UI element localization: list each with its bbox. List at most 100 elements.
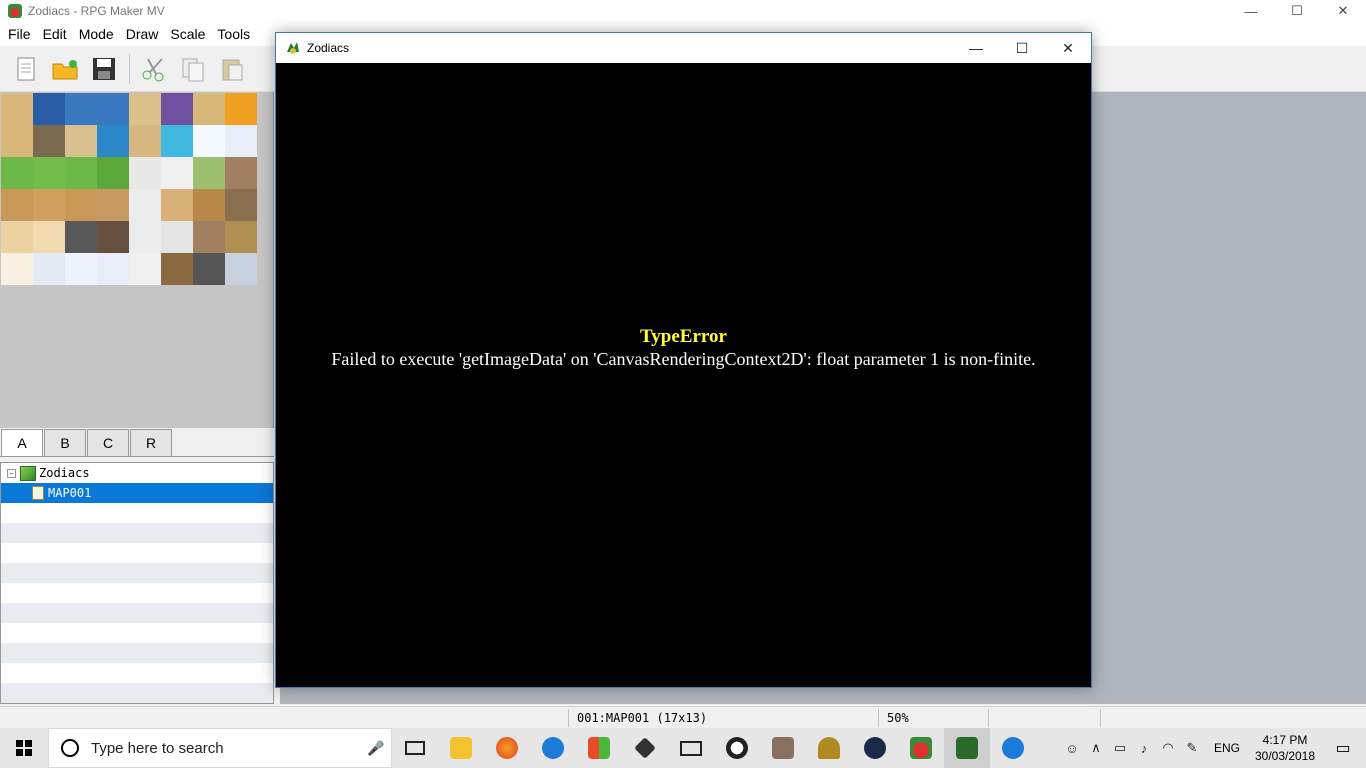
paste-button[interactable] (216, 53, 248, 85)
action-center-icon[interactable]: ▭ (1320, 738, 1366, 758)
file-explorer-button[interactable] (438, 728, 484, 768)
tile[interactable] (193, 253, 225, 285)
microphone-icon[interactable]: 🎤 (361, 740, 391, 757)
tab-r[interactable]: R (130, 429, 172, 456)
cut-button[interactable] (138, 53, 170, 85)
tile[interactable] (129, 93, 161, 125)
tab-c[interactable]: C (87, 429, 129, 456)
tile[interactable] (129, 221, 161, 253)
tile[interactable] (193, 189, 225, 221)
tile[interactable] (193, 221, 225, 253)
game-maximize-button[interactable]: ☐ (999, 33, 1045, 63)
tile[interactable] (193, 157, 225, 189)
menu-tools[interactable]: Tools (211, 22, 256, 46)
close-button[interactable]: ✕ (1320, 0, 1366, 22)
tile[interactable] (161, 93, 193, 125)
tile[interactable] (33, 157, 65, 189)
tile[interactable] (33, 253, 65, 285)
tile[interactable] (161, 253, 193, 285)
menu-draw[interactable]: Draw (120, 22, 165, 46)
tile[interactable] (161, 189, 193, 221)
tile[interactable] (1, 125, 33, 157)
tile[interactable] (33, 125, 65, 157)
tile[interactable] (161, 125, 193, 157)
steam-button[interactable] (852, 728, 898, 768)
tile[interactable] (193, 125, 225, 157)
game-canvas[interactable]: TypeError Failed to execute 'getImageDat… (276, 63, 1091, 687)
tile[interactable] (1, 157, 33, 189)
tile[interactable] (1, 189, 33, 221)
tile[interactable] (225, 93, 257, 125)
start-button[interactable] (0, 728, 48, 768)
pen-icon[interactable]: ✎ (1180, 740, 1204, 756)
tree-project-row[interactable]: − Zodiacs (1, 463, 273, 483)
app-penguin-button[interactable] (714, 728, 760, 768)
menu-scale[interactable]: Scale (164, 22, 211, 46)
clock[interactable]: 4:17 PM 30/03/2018 (1250, 732, 1320, 764)
app-photo-button[interactable] (760, 728, 806, 768)
tile[interactable] (33, 93, 65, 125)
firefox-button[interactable] (484, 728, 530, 768)
game-close-button[interactable]: ✕ (1045, 33, 1091, 63)
wifi-icon[interactable]: ◠ (1156, 740, 1180, 756)
tile[interactable] (97, 157, 129, 189)
tile[interactable] (65, 93, 97, 125)
tile[interactable] (1, 221, 33, 253)
tile[interactable] (65, 253, 97, 285)
tile[interactable] (65, 125, 97, 157)
tile-grid[interactable] (1, 93, 257, 285)
tile[interactable] (33, 221, 65, 253)
tile[interactable] (193, 93, 225, 125)
tile[interactable] (97, 93, 129, 125)
tile[interactable] (225, 221, 257, 253)
chevron-up-icon[interactable]: ∧ (1084, 740, 1108, 756)
rpg-maker-taskbar-button[interactable] (898, 728, 944, 768)
menu-edit[interactable]: Edit (37, 22, 73, 46)
tile[interactable] (129, 189, 161, 221)
game-taskbar-button[interactable] (944, 728, 990, 768)
volume-icon[interactable]: ♪ (1132, 741, 1156, 756)
tile[interactable] (225, 157, 257, 189)
tile[interactable] (65, 157, 97, 189)
tree-map-row[interactable]: MAP001 (1, 483, 273, 503)
tile[interactable] (65, 221, 97, 253)
app-hat-button[interactable] (806, 728, 852, 768)
tile[interactable] (161, 157, 193, 189)
tile[interactable] (97, 189, 129, 221)
task-view-button[interactable] (392, 728, 438, 768)
open-project-button[interactable] (49, 53, 81, 85)
tile[interactable] (129, 157, 161, 189)
tile[interactable] (33, 189, 65, 221)
tile[interactable] (129, 125, 161, 157)
tile[interactable] (225, 253, 257, 285)
collapse-icon[interactable]: − (7, 468, 16, 478)
people-icon[interactable]: ☺ (1060, 741, 1084, 756)
battery-icon[interactable]: ▭ (1108, 740, 1132, 756)
tile[interactable] (97, 125, 129, 157)
tab-b[interactable]: B (44, 429, 86, 456)
tile[interactable] (225, 125, 257, 157)
tile[interactable] (129, 253, 161, 285)
game-minimize-button[interactable]: — (953, 33, 999, 63)
search-placeholder[interactable]: Type here to search (91, 740, 361, 757)
save-project-button[interactable] (88, 53, 120, 85)
tileset-palette[interactable] (0, 92, 274, 428)
dropbox-button[interactable] (622, 728, 668, 768)
tile[interactable] (97, 253, 129, 285)
tile[interactable] (97, 221, 129, 253)
minimize-button[interactable]: — (1228, 0, 1274, 22)
tile[interactable] (1, 93, 33, 125)
maximize-button[interactable]: ☐ (1274, 0, 1320, 22)
new-project-button[interactable] (10, 53, 42, 85)
tile[interactable] (225, 189, 257, 221)
language-indicator[interactable]: ENG (1214, 741, 1240, 755)
tab-a[interactable]: A (1, 429, 43, 456)
menu-file[interactable]: File (2, 22, 37, 46)
tile[interactable] (161, 221, 193, 253)
tile[interactable] (65, 189, 97, 221)
help-button[interactable] (990, 728, 1036, 768)
taskbar-search[interactable]: Type here to search 🎤 (48, 728, 392, 768)
edge-button[interactable] (530, 728, 576, 768)
menu-mode[interactable]: Mode (73, 22, 120, 46)
store-button[interactable] (576, 728, 622, 768)
